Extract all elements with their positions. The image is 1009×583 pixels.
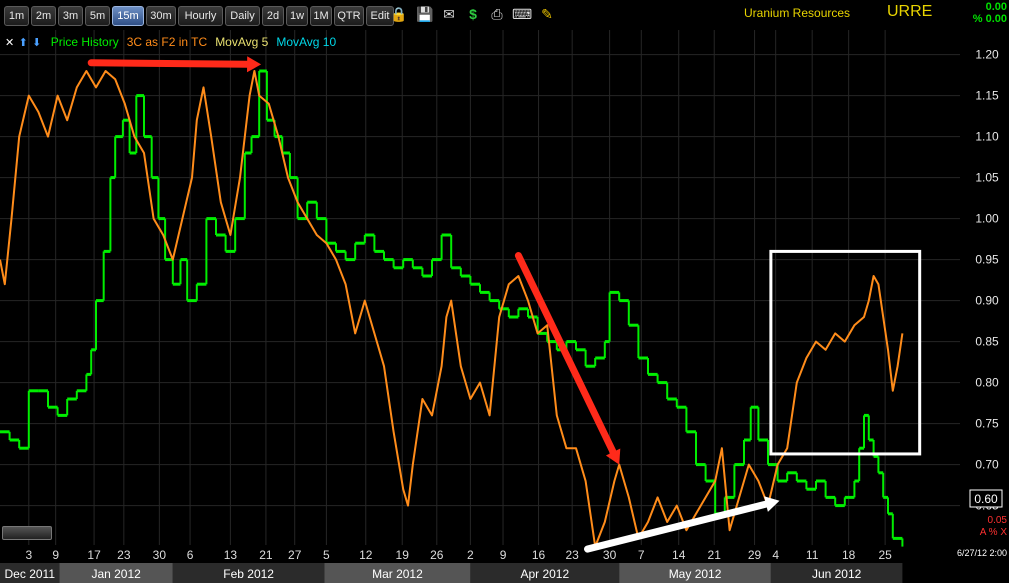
close-icon[interactable]: ✕	[5, 37, 14, 49]
x-tick-label: 27	[288, 548, 302, 562]
interval-button-daily[interactable]: Daily	[225, 6, 260, 26]
x-tick-label: 3	[25, 548, 32, 562]
x-tick-label: 9	[52, 548, 59, 562]
x-tick-label: 13	[224, 548, 238, 562]
save-icon[interactable]: 💾	[416, 5, 434, 23]
x-tick-label: 4	[772, 548, 779, 562]
annotation-arrowhead-3	[764, 496, 780, 512]
month-label-4: Mar 2012	[372, 567, 423, 581]
last-price-label: 0.60	[974, 492, 998, 506]
annotation-arrow-3	[584, 500, 770, 553]
month-label-6: May 2012	[669, 567, 722, 581]
y-tick-label: 0.75	[975, 417, 999, 431]
x-tick-label: 16	[532, 548, 546, 562]
legend-item-4[interactable]: MovAvg 10	[276, 35, 336, 49]
lock-icon[interactable]: 🔒	[390, 5, 408, 23]
x-tick-label: 21	[708, 548, 722, 562]
x-tick-label: 30	[603, 548, 617, 562]
x-tick-label: 26	[430, 548, 444, 562]
y-tick-label: 0.90	[975, 294, 999, 308]
email-icon[interactable]: ✉	[440, 5, 458, 23]
x-tick-label: 6	[187, 548, 194, 562]
month-label-7: Jun 2012	[812, 567, 862, 581]
x-tick-label: 11	[806, 548, 819, 562]
print-icon[interactable]: ⎙	[488, 5, 506, 23]
indicator-controls[interactable]: A % X	[980, 527, 1007, 539]
corner-value: 0.05	[987, 515, 1007, 526]
y-tick-label: 1.10	[975, 130, 999, 144]
interval-button-3m[interactable]: 3m	[58, 6, 83, 26]
change-value: 0.00	[985, 1, 1007, 13]
interval-button-2m[interactable]: 2m	[31, 6, 56, 26]
x-tick-label: 9	[500, 548, 507, 562]
x-tick-label: 2	[467, 548, 474, 562]
x-tick-label: 23	[565, 548, 579, 562]
ticker-symbol: URRE	[887, 3, 933, 20]
interval-button-2d[interactable]: 2d	[262, 6, 284, 26]
legend-item-1[interactable]: Price History	[51, 35, 119, 49]
interval-button-15m[interactable]: 15m	[112, 6, 144, 26]
interval-button-30m[interactable]: 30m	[146, 6, 176, 26]
legend-item-2[interactable]: 3C as F2 in TC	[127, 35, 207, 49]
keyboard-icon[interactable]: ⌨	[512, 5, 532, 23]
annotation-arrowhead-1	[247, 56, 262, 73]
corner-readout: 0.05 A % X	[980, 515, 1007, 539]
interval-button-hourly[interactable]: Hourly	[178, 6, 223, 26]
x-tick-label: 25	[878, 548, 892, 562]
legend-item-3[interactable]: MovAvg 5	[215, 35, 268, 49]
company-name: Uranium Resources	[744, 6, 851, 20]
x-tick-label: 30	[153, 548, 167, 562]
y-tick-label: 0.95	[975, 253, 999, 267]
x-tick-label: 17	[87, 548, 101, 562]
x-tick-label: 7	[638, 548, 645, 562]
x-tick-label: 5	[323, 548, 330, 562]
price-change: 0.00 % 0.00	[973, 1, 1007, 25]
x-tick-label: 14	[672, 548, 686, 562]
annotation-arrow-2	[514, 252, 617, 456]
arrow-up-icon[interactable]: ⬆	[19, 37, 28, 49]
interval-button-5m[interactable]: 5m	[85, 6, 110, 26]
x-tick-label: 21	[259, 548, 273, 562]
x-tick-label: 18	[842, 548, 856, 562]
y-tick-label: 1.00	[975, 212, 999, 226]
y-tick-label: 0.80	[975, 376, 999, 390]
month-label-2: Jan 2012	[91, 567, 141, 581]
interval-button-1m[interactable]: 1M	[310, 6, 332, 26]
y-tick-label: 0.85	[975, 335, 999, 349]
y-tick-label: 1.05	[975, 171, 999, 185]
price-chart[interactable]: Dec 2011 Jan 2012 Feb 2012 Mar 2012 Apr 2012…	[0, 0, 1009, 583]
change-percent: % 0.00	[972, 13, 1007, 25]
x-tick-label: 23	[117, 548, 131, 562]
interval-button-1w[interactable]: 1w	[286, 6, 308, 26]
x-tick-label: 29	[748, 548, 762, 562]
month-label-3: Feb 2012	[223, 567, 274, 581]
toolbar: 1m 2m 3m 5m 15m 30m Hourly Daily 2d 1w 1M QTR Edit 🔒 💾…	[0, 0, 1009, 28]
x-tick-label: 12	[359, 548, 373, 562]
annotation-arrow-1	[87, 59, 251, 68]
y-tick-label: 1.20	[975, 48, 999, 62]
interval-button-1m[interactable]: 1m	[4, 6, 29, 26]
month-label-5: Apr 2012	[520, 567, 569, 581]
last-update-time: 6/27/12 2:00	[956, 548, 1007, 558]
arrow-down-icon[interactable]: ⬇	[32, 37, 41, 49]
pencil-icon[interactable]: ✎	[538, 5, 556, 23]
x-tick-label: 19	[396, 548, 410, 562]
month-label-1: Dec 2011	[5, 567, 56, 581]
y-tick-label: 1.15	[975, 89, 999, 103]
y-tick-label: 0.70	[975, 458, 999, 472]
scroll-handle[interactable]	[2, 526, 52, 540]
chart-legend: ✕ ⬆ ⬇ Price History 3C as F2 in TC MovAvg …	[5, 35, 344, 51]
dollar-icon[interactable]: $	[464, 5, 482, 23]
interval-button-qtr[interactable]: QTR	[334, 6, 364, 26]
